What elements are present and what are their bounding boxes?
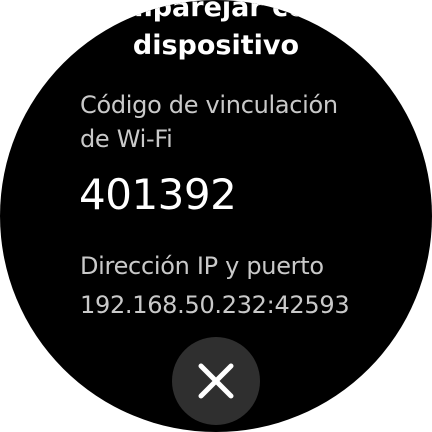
dialog-title-line-2: dispositivo (132, 30, 300, 61)
ip-port-label: Dirección IP y puerto (80, 252, 324, 280)
pairing-code-label: Código de vinculación (80, 91, 338, 119)
watch-screen: Emparejar con dispositivo Código de vinc… (0, 0, 432, 432)
ip-port-value: 192.168.50.232:42593 (80, 291, 350, 319)
pairing-code-label-continued: de Wi-Fi (80, 125, 173, 153)
dialog-title-line-1: Emparejar con (106, 0, 326, 23)
pairing-code-value: 401392 (79, 170, 237, 219)
close-icon (198, 363, 234, 399)
close-button[interactable] (172, 337, 260, 425)
